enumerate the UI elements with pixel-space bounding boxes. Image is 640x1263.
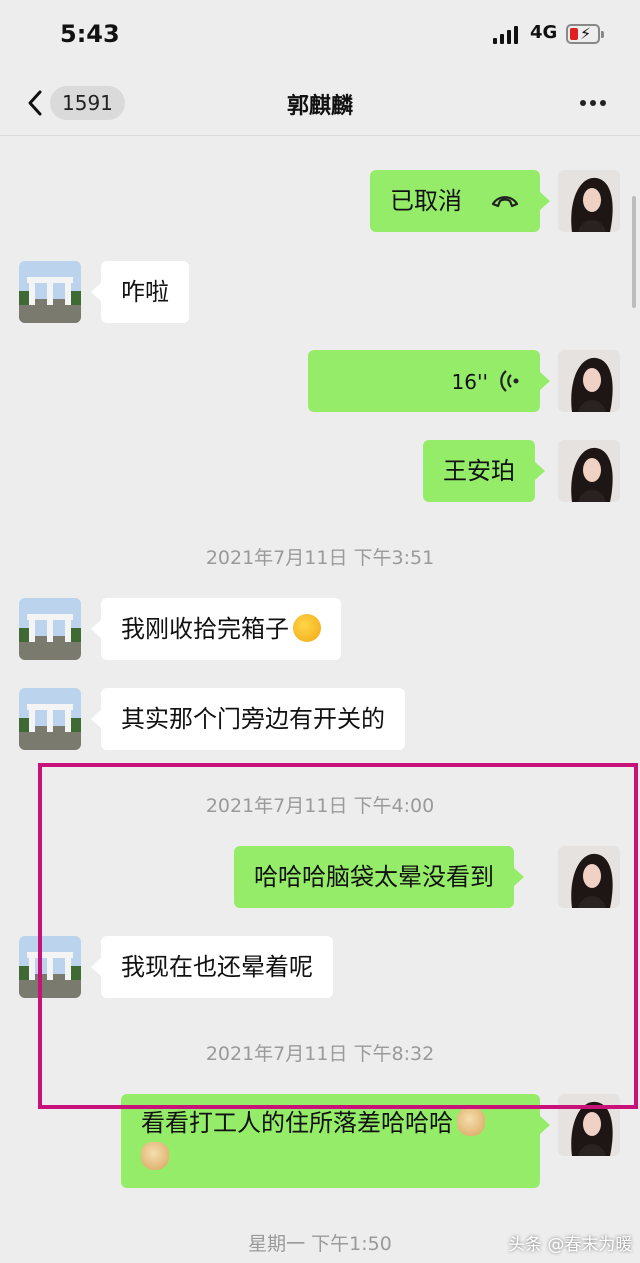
phone-hangup-icon [491,196,519,208]
chat-header: 1591 郭麒麟 [0,70,640,136]
status-time: 5:43 [60,20,120,48]
scrollbar[interactable] [632,196,636,308]
message-bubble-incoming[interactable]: 咋啦 [91,261,189,323]
message-bubble-incoming[interactable]: 我刚收拾完箱子 [91,598,341,660]
message-timestamp: 2021年7月11日 下午3:51 [205,547,435,569]
my-avatar[interactable] [558,440,620,502]
contact-avatar[interactable] [19,261,81,323]
voice-icon [500,370,519,392]
chat-title: 郭麒麟 [286,94,353,119]
highlight-annotation-box [38,763,638,1109]
doge-emoji-icon [457,1108,485,1136]
my-avatar[interactable] [558,170,620,232]
laughing-crying-emoji-icon [293,614,321,642]
message-bubble-outgoing[interactable]: 已取消 [370,170,550,232]
voice-message-bubble[interactable]: 16'' [308,350,550,412]
watermark: 头条 @春末为暖 [508,1235,633,1255]
message-bubble-outgoing[interactable]: 王安珀 [423,440,545,502]
network-type: 4G [530,22,558,43]
signal-icon [493,24,518,44]
my-avatar[interactable] [558,350,620,412]
more-options-icon[interactable] [580,100,606,106]
contact-avatar[interactable] [19,598,81,660]
message-bubble-incoming[interactable]: 其实那个门旁边有开关的 [91,688,405,750]
status-bar: 5:43 4G ⚡ [0,0,640,70]
doge-emoji-icon [141,1142,169,1170]
contact-avatar[interactable] [19,688,81,750]
battery-icon: ⚡ [566,24,604,44]
